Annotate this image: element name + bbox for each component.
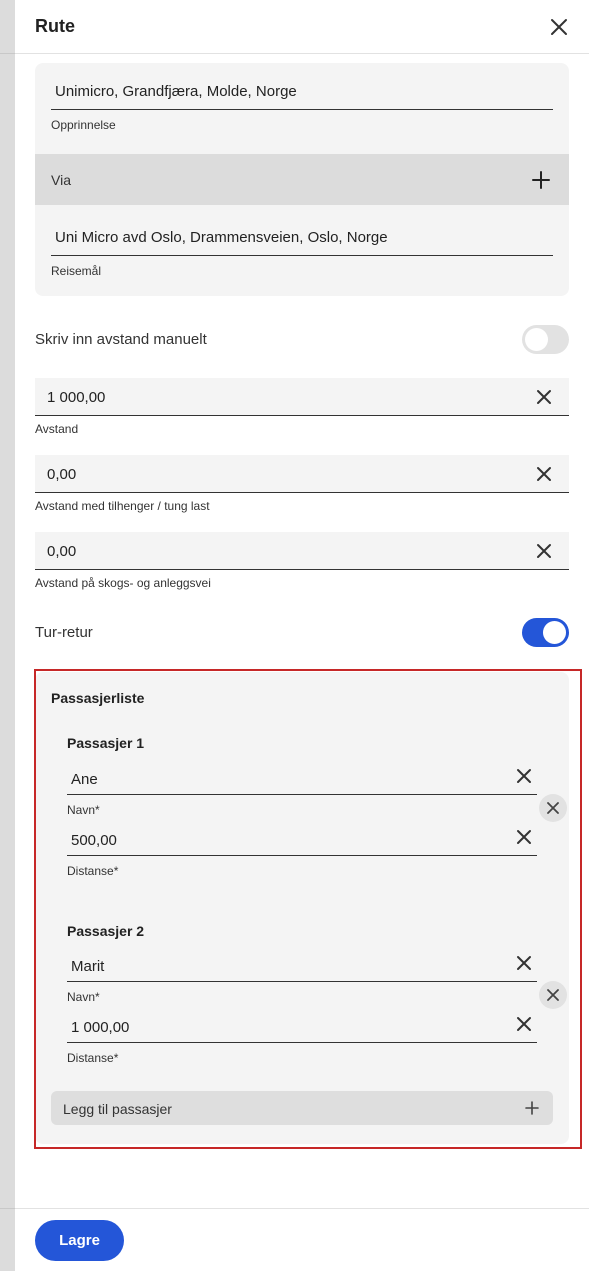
save-button[interactable]: Lagre (35, 1220, 124, 1261)
dialog-footer: Lagre (15, 1208, 589, 1271)
via-label: Via (51, 172, 71, 188)
route-card: Unimicro, Grandfjæra, Molde, Norge Oppri… (35, 63, 569, 296)
origin-value[interactable]: Unimicro, Grandfjæra, Molde, Norge (55, 83, 297, 100)
highlight-outline (34, 669, 582, 1149)
manual-distance-label: Skriv inn avstand manuelt (35, 331, 207, 348)
clear-icon[interactable] (535, 465, 553, 483)
clear-icon[interactable] (535, 542, 553, 560)
manual-distance-toggle[interactable] (522, 325, 569, 354)
destination-label: Reisemål (51, 264, 102, 278)
distance-input[interactable]: 1 000,00 (35, 378, 569, 416)
trailer-distance-input[interactable]: 0,00 (35, 455, 569, 493)
background-overlay (0, 0, 15, 1271)
forest-road-distance-value[interactable]: 0,00 (47, 543, 76, 560)
forest-road-distance-input[interactable]: 0,00 (35, 532, 569, 570)
destination-value[interactable]: Uni Micro avd Oslo, Drammensveien, Oslo,… (55, 229, 388, 246)
distance-label: Avstand (35, 422, 79, 436)
via-row[interactable]: Via (35, 154, 569, 205)
clear-icon[interactable] (535, 388, 553, 406)
origin-label: Opprinnelse (51, 118, 116, 132)
trailer-distance-label: Avstand med tilhenger / tung last (35, 499, 210, 513)
trailer-distance-value[interactable]: 0,00 (47, 466, 76, 483)
round-trip-label: Tur-retur (35, 624, 93, 641)
dialog-title: Rute (35, 16, 75, 36)
dialog-header: Rute (15, 0, 589, 54)
route-dialog: Rute Unimicro, Grandfjæra, Molde, Norge … (15, 0, 589, 1271)
forest-road-distance-label: Avstand på skogs- og anleggsvei (35, 576, 211, 590)
add-via-icon[interactable] (531, 170, 551, 190)
close-icon[interactable] (548, 16, 570, 38)
distance-value[interactable]: 1 000,00 (47, 389, 105, 406)
round-trip-toggle[interactable] (522, 618, 569, 647)
